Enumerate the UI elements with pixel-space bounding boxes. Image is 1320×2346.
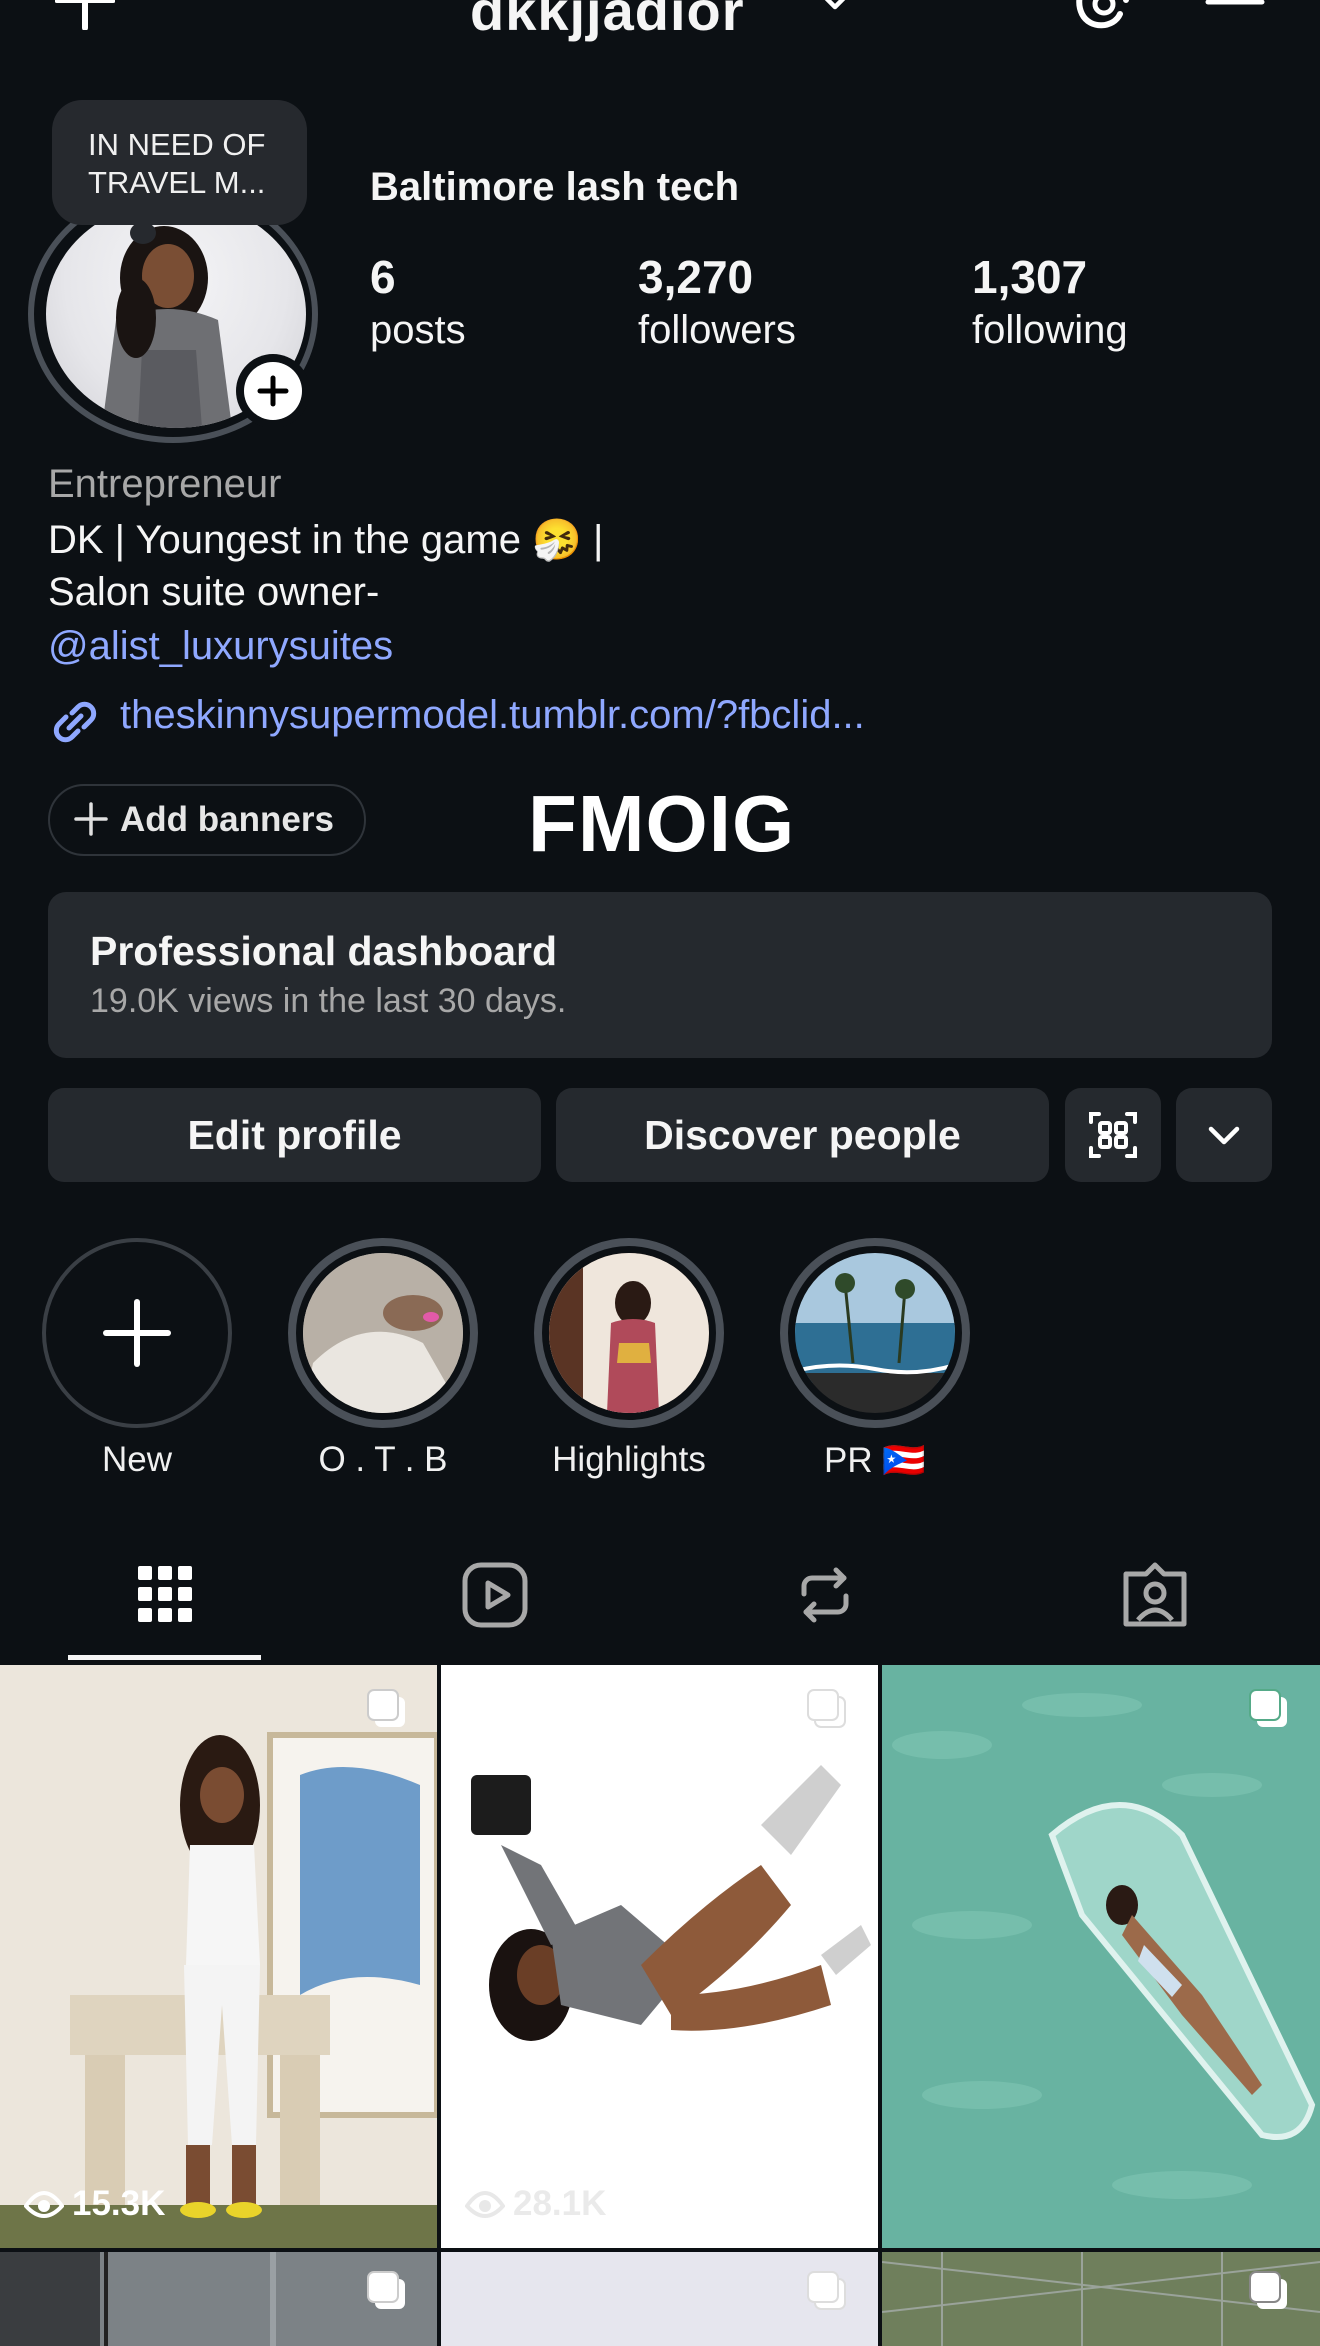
post-thumbnail[interactable] [882,1665,1320,2248]
highlight-label: PR 🇵🇷 [824,1441,926,1480]
bio-line-2: Salon suite owner- [48,570,380,614]
chevron-down-icon [1208,1126,1240,1145]
qr-code-icon [1089,1112,1137,1158]
account-username[interactable]: dkkjjadior [470,0,745,43]
new-highlight-button[interactable] [42,1238,232,1428]
profile-category: Entrepreneur [48,462,282,506]
grid-icon [138,1566,192,1622]
new-post-button[interactable] [55,0,115,30]
highlight-label: Highlights [552,1440,706,1479]
add-story-button[interactable] [244,362,302,420]
post-image [882,1665,1320,2248]
highlight-label: New [101,1440,173,1479]
profile-full-name: Baltimore lash tech [370,165,740,209]
multiple-posts-icon [806,2270,848,2312]
qr-code-button[interactable] [1065,1088,1161,1182]
reposts-icon [801,1567,849,1623]
following-label[interactable]: following [972,308,1128,353]
multiple-posts-icon [1248,1688,1290,1730]
followers-label[interactable]: followers [638,308,796,353]
post-view-count: 28.1K [513,2184,607,2223]
threads-button[interactable] [1070,0,1134,34]
menu-icon [1205,0,1265,5]
tab-tagged[interactable] [1120,1560,1190,1630]
highlight-label: O . T . B [318,1440,448,1479]
tab-reposts[interactable] [790,1560,860,1630]
profile-website-link[interactable]: theskinnysupermodel.tumblr.com/?fbclid..… [120,693,865,738]
post-view-count: 15.3K [72,2184,166,2223]
bio-line-1: DK | Youngest in the game 🤧 | [48,518,604,562]
tab-reels[interactable] [460,1560,530,1630]
plus-icon [257,375,289,407]
threads-icon [1076,0,1129,29]
active-tab-indicator [68,1655,261,1660]
edit-profile-button[interactable]: Edit profile [48,1088,541,1182]
link-icon [48,695,102,749]
post-thumbnail[interactable] [0,1665,437,2248]
dashboard-subtitle: 19.0K views in the last 30 days. [90,982,567,1020]
reels-icon [462,1562,528,1628]
note-bubble[interactable]: IN NEED OF TRAVEL M... [52,100,307,225]
views-icon [465,2186,505,2220]
chevron-down-icon [824,0,846,10]
followers-count[interactable]: 3,270 [638,250,753,304]
multiple-posts-icon [806,1688,848,1730]
menu-button[interactable] [1205,0,1265,30]
views-icon [24,2186,64,2220]
post-thumbnail[interactable] [441,1665,878,2248]
posts-count[interactable]: 6 [370,250,396,304]
tab-posts-grid[interactable] [130,1560,200,1630]
posts-label[interactable]: posts [370,308,466,353]
note-text: IN NEED OF TRAVEL M... [88,127,266,200]
plus-icon [55,0,115,30]
account-switcher-button[interactable] [818,0,852,16]
highlight-pr-cover [795,1253,955,1413]
plus-icon [103,1299,171,1367]
note-bubble-tail [130,222,156,244]
multiple-posts-icon [366,1688,408,1730]
post-image [441,1665,878,2248]
post-image [0,1665,437,2248]
multiple-posts-icon [366,2270,408,2312]
suggested-accounts-toggle[interactable] [1176,1088,1272,1182]
tagged-icon [1123,1562,1187,1627]
add-banners-label: Add banners [120,800,334,839]
following-count[interactable]: 1,307 [972,250,1087,304]
watermark-text: FMOIG [528,779,796,868]
professional-dashboard-card[interactable] [48,892,1272,1058]
highlight-otb-cover [303,1253,463,1413]
dashboard-title: Professional dashboard [90,928,558,974]
discover-people-button[interactable]: Discover people [556,1088,1049,1182]
plus-icon [72,800,110,838]
highlight-highlights-cover [549,1253,709,1413]
multiple-posts-icon [1248,2270,1290,2312]
bio-mention-link[interactable]: @alist_luxurysuites [48,624,393,669]
